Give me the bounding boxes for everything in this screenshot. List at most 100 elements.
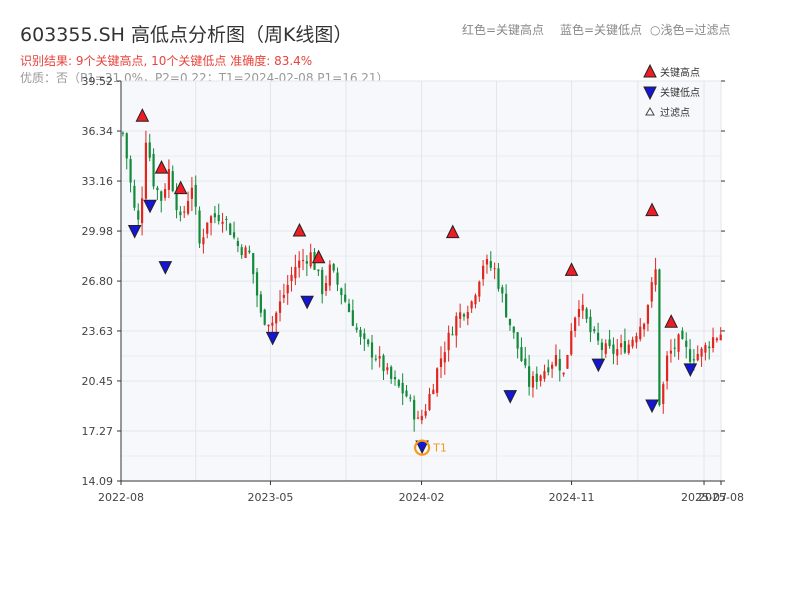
candle-body xyxy=(198,210,201,244)
candle-body xyxy=(305,261,308,264)
candle-body xyxy=(317,269,320,272)
candle-body xyxy=(217,214,220,222)
candle-body xyxy=(202,237,205,245)
candle-body xyxy=(382,355,385,372)
candle-body xyxy=(413,399,416,420)
y-tick-label: 26.80 xyxy=(82,275,114,288)
candle-body xyxy=(665,355,669,382)
candle-body xyxy=(267,324,270,327)
candle-body xyxy=(255,272,259,296)
candle-body xyxy=(129,159,132,183)
candle xyxy=(658,268,661,407)
x-tick-label: 2022-08 xyxy=(98,491,144,504)
candle-body xyxy=(163,189,167,198)
candle-body xyxy=(133,185,136,208)
candle-body xyxy=(616,349,619,356)
candle-body xyxy=(370,342,374,358)
candle-body xyxy=(581,304,584,311)
candle-body xyxy=(121,132,125,134)
candle-body xyxy=(528,366,531,387)
candle-body xyxy=(439,358,443,368)
candle-body xyxy=(248,250,251,253)
candle-body xyxy=(466,312,469,319)
candle-body xyxy=(363,333,366,340)
candle-body xyxy=(719,334,722,341)
candle-body xyxy=(275,312,278,324)
candle-body xyxy=(600,342,604,350)
candle-body xyxy=(179,211,182,216)
candle-body xyxy=(585,308,588,319)
candle-body xyxy=(520,347,523,361)
y-tick-label: 39.52 xyxy=(82,75,114,88)
candle-body xyxy=(344,294,347,302)
candle-body xyxy=(144,142,148,199)
candle-body xyxy=(140,198,144,224)
candle-body xyxy=(183,211,186,213)
candle-body xyxy=(704,345,707,353)
candle-body xyxy=(209,216,213,223)
candle-body xyxy=(175,191,178,211)
candle-body xyxy=(547,367,550,373)
candle-body xyxy=(259,294,262,313)
candle-body xyxy=(685,340,688,347)
candle-body xyxy=(324,283,328,291)
x-tick-label: 2025-08 xyxy=(698,491,744,504)
candle xyxy=(152,148,155,190)
candle-body xyxy=(190,187,193,199)
candle-body xyxy=(566,354,569,369)
candle-body xyxy=(639,326,642,340)
candle-body xyxy=(455,316,458,336)
candle-body xyxy=(351,310,354,326)
candle-body xyxy=(367,339,370,345)
candle-body xyxy=(642,323,646,330)
candle-body xyxy=(531,376,535,388)
candle-body xyxy=(278,301,282,313)
candle-body xyxy=(420,415,423,421)
y-tick-label: 23.63 xyxy=(82,325,114,338)
candle-body xyxy=(669,350,673,354)
candle xyxy=(263,308,266,326)
candle-body xyxy=(340,288,343,296)
candle-body xyxy=(635,336,638,343)
candle-body xyxy=(551,364,554,369)
candle-body xyxy=(271,322,274,326)
candle-body xyxy=(148,142,151,158)
candle-body xyxy=(424,411,427,416)
candle-body xyxy=(512,326,515,333)
candle-body xyxy=(236,241,239,246)
y-tick-label: 29.98 xyxy=(82,225,114,238)
candle-body xyxy=(501,287,504,294)
candle-body xyxy=(194,184,197,207)
candle-body xyxy=(221,221,224,224)
candle-body xyxy=(574,317,577,331)
candle-body xyxy=(489,261,492,268)
y-tick-label: 20.45 xyxy=(82,375,114,388)
candle-body xyxy=(171,171,174,192)
candle-body xyxy=(428,394,431,410)
candle-body xyxy=(482,265,485,280)
candle-body xyxy=(252,253,255,275)
candle xyxy=(566,354,569,369)
candle-body xyxy=(535,373,538,382)
candle-body xyxy=(401,382,404,394)
candle-body xyxy=(378,356,381,359)
candle-body xyxy=(558,358,561,371)
candle-body xyxy=(539,375,542,381)
candle-body xyxy=(416,417,420,419)
candle-body xyxy=(232,232,236,238)
candle-body xyxy=(374,358,377,360)
candle-body xyxy=(359,329,362,337)
candle-body xyxy=(708,346,711,349)
candle-body xyxy=(619,343,623,348)
candle-body xyxy=(301,260,305,262)
candle-body xyxy=(631,339,634,347)
candle-body xyxy=(497,268,500,289)
candle-body xyxy=(451,334,454,336)
candle-body xyxy=(485,259,489,265)
candle-body xyxy=(677,334,680,352)
candle-body xyxy=(673,347,676,349)
candle-body xyxy=(478,281,481,297)
candle-body xyxy=(715,338,718,341)
candle xyxy=(198,206,201,248)
candle-body xyxy=(386,367,389,371)
